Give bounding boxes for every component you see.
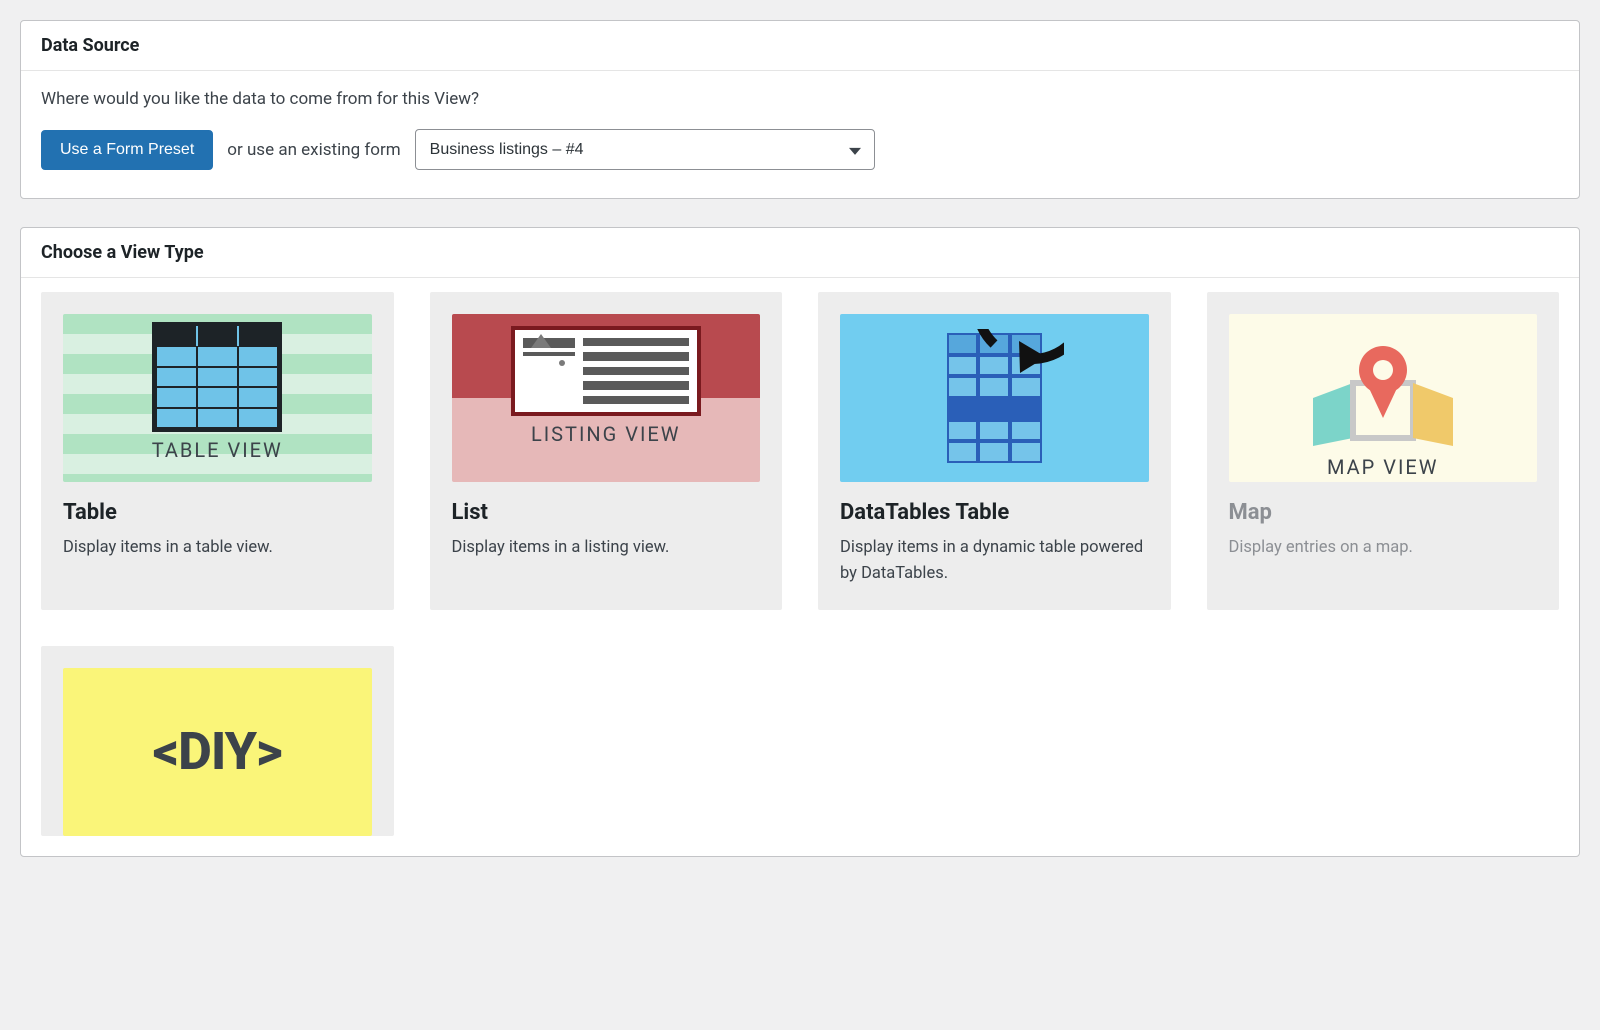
data-source-title: Data Source — [41, 35, 1559, 56]
panel-body: Where would you like the data to come fr… — [21, 71, 1579, 198]
data-source-panel: Data Source Where would you like the dat… — [20, 20, 1580, 199]
panel-header: Data Source — [21, 21, 1579, 71]
panel-header: Choose a View Type — [21, 228, 1579, 278]
data-source-prompt: Where would you like the data to come fr… — [41, 89, 1559, 109]
card-title: Map — [1229, 500, 1538, 525]
refresh-arrow-icon — [924, 329, 1064, 469]
use-form-preset-button[interactable]: Use a Form Preset — [41, 130, 213, 170]
card-desc: Display entries on a map. — [1229, 535, 1538, 561]
view-type-grid: TABLE VIEW Table Display items in a tabl… — [41, 292, 1559, 836]
listing-view-icon: LISTING VIEW — [452, 314, 761, 482]
card-title: List — [452, 500, 761, 525]
view-type-card-map[interactable]: MAP VIEW Map Display entries on a map. — [1207, 292, 1560, 610]
or-use-existing-text: or use an existing form — [227, 140, 400, 160]
thumb-label: TABLE VIEW — [152, 438, 283, 462]
card-title: Table — [63, 500, 372, 525]
card-desc: Display items in a dynamic table powered… — [840, 535, 1149, 588]
datatables-view-icon — [840, 314, 1149, 482]
thumb-label: LISTING VIEW — [531, 422, 681, 446]
view-type-card-diy[interactable]: <DIY> — [41, 646, 394, 836]
diy-label: <DIY> — [153, 721, 282, 782]
map-view-icon: MAP VIEW — [1229, 314, 1538, 482]
card-desc: Display items in a table view. — [63, 535, 372, 561]
card-desc: Display items in a listing view. — [452, 535, 761, 561]
view-type-title: Choose a View Type — [41, 242, 1559, 263]
panel-body: TABLE VIEW Table Display items in a tabl… — [21, 278, 1579, 856]
view-type-panel: Choose a View Type TABLE VIEW — [20, 227, 1580, 857]
data-source-row: Use a Form Preset or use an existing for… — [41, 129, 1559, 170]
diy-view-icon: <DIY> — [63, 668, 372, 836]
view-type-card-table[interactable]: TABLE VIEW Table Display items in a tabl… — [41, 292, 394, 610]
thumb-label: MAP VIEW — [1327, 455, 1439, 479]
view-type-card-list[interactable]: LISTING VIEW List Display items in a lis… — [430, 292, 783, 610]
view-type-card-datatables[interactable]: DataTables Table Display items in a dyna… — [818, 292, 1171, 610]
card-title: DataTables Table — [840, 500, 1149, 525]
form-select-wrap: Business listings – #4 — [415, 129, 875, 170]
table-view-icon: TABLE VIEW — [63, 314, 372, 482]
form-select[interactable]: Business listings – #4 — [415, 129, 875, 170]
